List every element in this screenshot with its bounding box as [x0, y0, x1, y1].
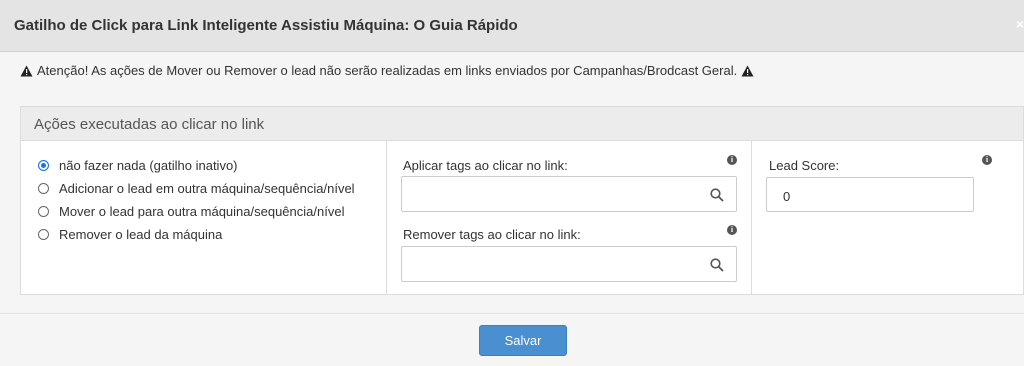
option-do-nothing[interactable]: não fazer nada (gatilho inativo)	[38, 158, 238, 173]
tags-column: Aplicar tags ao clicar no link: i Remove…	[387, 141, 752, 295]
action-options-column: não fazer nada (gatilho inativo) Adicion…	[21, 141, 387, 295]
lead-score-input[interactable]	[781, 186, 965, 206]
apply-tags-field[interactable]	[401, 176, 737, 212]
close-button[interactable]: ×	[1016, 16, 1024, 32]
search-icon[interactable]	[710, 188, 724, 202]
option-label: Adicionar o lead em outra máquina/sequên…	[59, 181, 355, 196]
lead-score-label: Lead Score:	[769, 158, 840, 173]
remove-tags-field[interactable]	[401, 246, 737, 282]
option-add-lead[interactable]: Adicionar o lead em outra máquina/sequên…	[38, 181, 355, 196]
radio-button-checked[interactable]	[38, 160, 49, 171]
remove-tags-input[interactable]	[406, 251, 710, 279]
option-label: Remover o lead da máquina	[59, 227, 223, 242]
panel-header: Ações executadas ao clicar no link	[21, 107, 1023, 141]
footer-divider	[0, 313, 1024, 314]
radio-button[interactable]	[38, 206, 49, 217]
modal-title: Gatilho de Click para Link Inteligente A…	[14, 17, 518, 34]
modal-header: Gatilho de Click para Link Inteligente A…	[0, 0, 1024, 52]
warning-text: Atenção! As ações de Mover ou Remover o …	[37, 63, 738, 78]
apply-tags-label: Aplicar tags ao clicar no link:	[403, 158, 568, 173]
actions-panel: Ações executadas ao clicar no link não f…	[20, 106, 1024, 295]
info-icon[interactable]: i	[982, 155, 992, 165]
warning-message: Atenção! As ações de Mover ou Remover o …	[20, 63, 754, 78]
lead-score-column: Lead Score: i	[752, 141, 1024, 295]
lead-score-field[interactable]	[766, 177, 974, 212]
remove-tags-label: Remover tags ao clicar no link:	[403, 227, 581, 242]
info-icon[interactable]: i	[727, 225, 737, 235]
search-icon[interactable]	[710, 258, 724, 272]
panel-title: Ações executadas ao clicar no link	[34, 116, 265, 133]
modal-dialog: Gatilho de Click para Link Inteligente A…	[0, 0, 1024, 366]
radio-button[interactable]	[38, 183, 49, 194]
radio-button[interactable]	[38, 229, 49, 240]
warning-icon	[20, 65, 33, 76]
option-label: não fazer nada (gatilho inativo)	[59, 158, 238, 173]
option-move-lead[interactable]: Mover o lead para outra máquina/sequênci…	[38, 204, 344, 219]
save-button[interactable]: Salvar	[479, 325, 567, 356]
info-icon[interactable]: i	[727, 155, 737, 165]
apply-tags-input[interactable]	[406, 181, 710, 209]
option-remove-lead[interactable]: Remover o lead da máquina	[38, 227, 222, 242]
warning-icon-end	[741, 65, 754, 76]
option-label: Mover o lead para outra máquina/sequênci…	[59, 204, 345, 219]
